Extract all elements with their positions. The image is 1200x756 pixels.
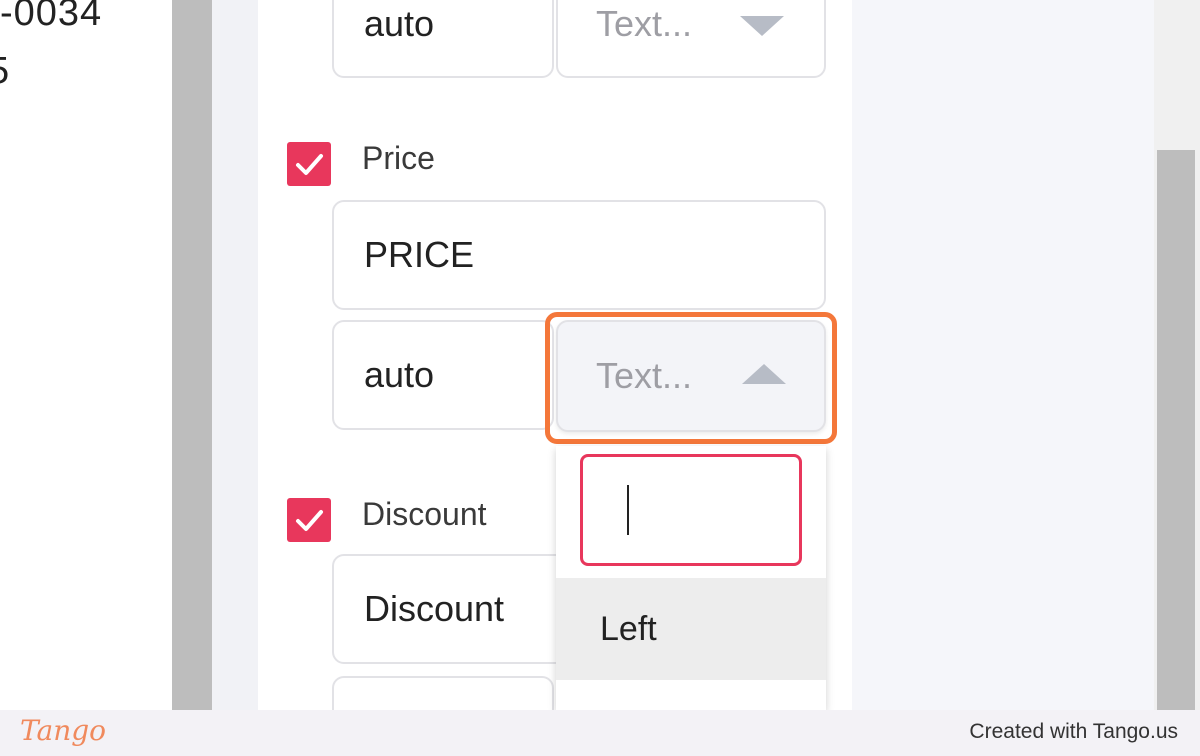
discount-checkbox[interactable] (287, 498, 331, 542)
column-width-value: auto (364, 354, 435, 395)
text-align-placeholder: Text... (596, 3, 693, 44)
checkmark-icon (296, 510, 323, 531)
dropdown-option-left[interactable]: Left (556, 578, 826, 680)
step-highlight (545, 312, 837, 444)
panel-margin (212, 0, 258, 710)
document-text-fragment: 5 (0, 50, 9, 93)
column-width-value: auto (364, 3, 435, 44)
splitter (172, 0, 212, 710)
column-width-input[interactable]: auto (332, 320, 554, 430)
checkmark-icon (296, 154, 323, 175)
screenshot-stage: -0034 5 auto Text... Price PRICE auto Te… (0, 0, 1200, 756)
column-width-input[interactable]: auto (332, 0, 554, 78)
column-name-value: PRICE (364, 234, 475, 275)
footer-bar: Tango Created with Tango.us (0, 710, 1200, 756)
document-text-fragment: -0034 (0, 0, 103, 34)
scrollbar-thumb[interactable] (1157, 150, 1195, 710)
tango-logo: Tango (20, 714, 107, 747)
dropdown-search-input[interactable] (583, 457, 799, 563)
price-column-label: Price (362, 140, 435, 176)
text-cursor (627, 485, 629, 535)
dropdown-search-field[interactable] (580, 454, 802, 566)
document-preview: -0034 5 (0, 0, 172, 710)
chevron-down-icon (740, 16, 784, 36)
footer-credit: Created with Tango.us (969, 720, 1178, 743)
text-align-select[interactable]: Text... (556, 0, 826, 78)
text-align-dropdown: Left (556, 446, 826, 710)
workspace-background (852, 0, 1154, 710)
column-name-input[interactable]: PRICE (332, 200, 826, 310)
discount-column-label: Discount (362, 496, 487, 532)
price-checkbox[interactable] (287, 142, 331, 186)
column-name-value: Discount (364, 588, 505, 629)
